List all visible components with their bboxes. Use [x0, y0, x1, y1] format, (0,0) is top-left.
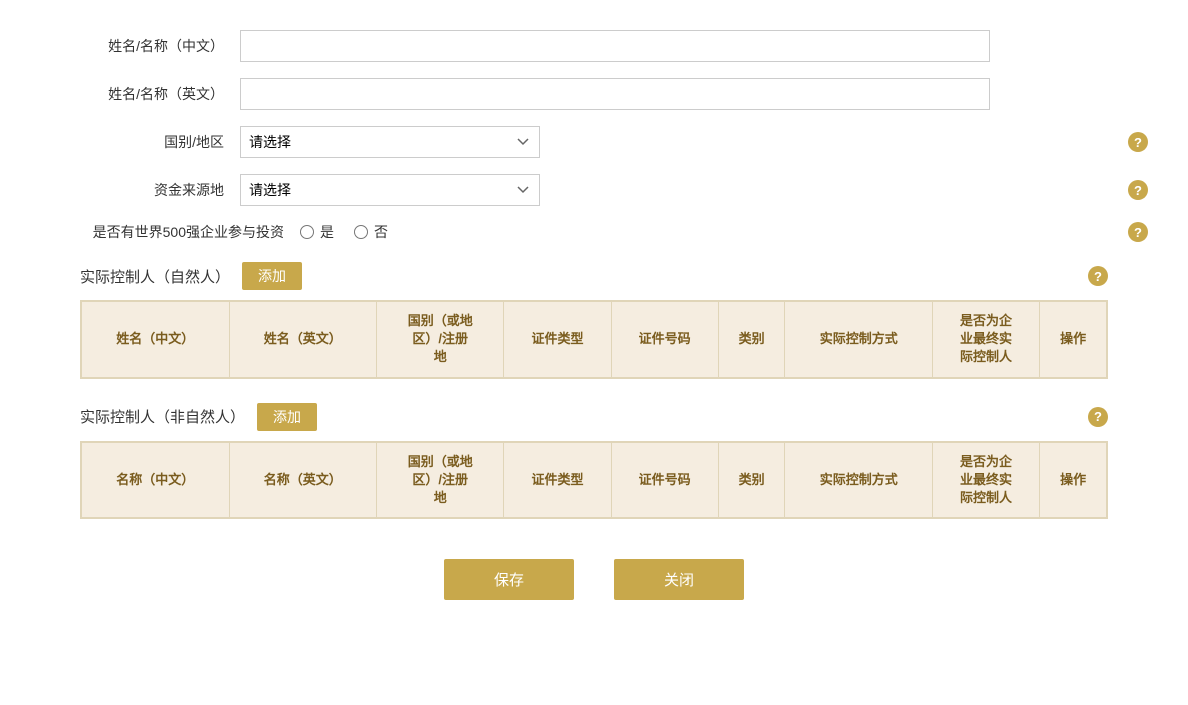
country-help-icon[interactable]: ?: [1128, 132, 1148, 152]
bottom-actions: 保存 关闭: [80, 559, 1108, 600]
fortune500-row: 是否有世界500强企业参与投资 是 否 ?: [80, 222, 1108, 242]
np-col-operation: 操作: [1040, 302, 1107, 378]
fortune500-yes-radio[interactable]: [300, 225, 314, 239]
nnp-col-name-cn: 名称（中文）: [82, 442, 230, 518]
country-wrap: 请选择: [240, 126, 990, 158]
name-cn-label: 姓名/名称（中文）: [80, 36, 240, 56]
np-col-cert-no: 证件号码: [611, 302, 718, 378]
natural-person-help-icon[interactable]: ?: [1088, 266, 1108, 286]
np-col-country: 国别（或地区）/注册地: [377, 302, 504, 378]
nnp-col-category: 类别: [718, 442, 785, 518]
non-natural-person-table-header-row: 名称（中文） 名称（英文） 国别（或地区）/注册地 证件类型 证件号码 类别 实…: [82, 442, 1107, 518]
fund-source-label: 资金来源地: [80, 180, 240, 200]
nnp-col-name-en: 名称（英文）: [229, 442, 377, 518]
fortune500-no-radio[interactable]: [354, 225, 368, 239]
name-en-wrap: [240, 78, 990, 110]
fund-source-help-icon[interactable]: ?: [1128, 180, 1148, 200]
nnp-col-control-method: 实际控制方式: [785, 442, 933, 518]
name-en-row: 姓名/名称（英文）: [80, 78, 1108, 110]
non-natural-person-table: 名称（中文） 名称（英文） 国别（或地区）/注册地 证件类型 证件号码 类别 实…: [81, 442, 1107, 519]
nnp-col-cert-no: 证件号码: [611, 442, 718, 518]
non-natural-person-add-button[interactable]: 添加: [257, 403, 317, 431]
natural-person-table-wrap: 姓名（中文） 姓名（英文） 国别（或地区）/注册地 证件类型 证件号码 类别 实…: [80, 300, 1108, 379]
page-container: 姓名/名称（中文） 姓名/名称（英文） 国别/地区 请选择 ? 资金来源地: [0, 0, 1188, 660]
fortune500-yes-option[interactable]: 是: [300, 222, 334, 242]
np-col-name-en: 姓名（英文）: [229, 302, 377, 378]
natural-person-table: 姓名（中文） 姓名（英文） 国别（或地区）/注册地 证件类型 证件号码 类别 实…: [81, 301, 1107, 378]
natural-person-table-header-row: 姓名（中文） 姓名（英文） 国别（或地区）/注册地 证件类型 证件号码 类别 实…: [82, 302, 1107, 378]
non-natural-person-help-icon[interactable]: ?: [1088, 407, 1108, 427]
fortune500-help-icon[interactable]: ?: [1128, 222, 1148, 242]
country-select[interactable]: 请选择: [240, 126, 540, 158]
fortune500-label: 是否有世界500强企业参与投资: [80, 222, 300, 242]
country-label: 国别/地区: [80, 132, 240, 152]
np-col-name-cn: 姓名（中文）: [82, 302, 230, 378]
fortune500-no-option[interactable]: 否: [354, 222, 388, 242]
non-natural-person-section: 实际控制人（非自然人） 添加 ? 名称（中文） 名称（英文） 国别（或地区）/注…: [80, 403, 1108, 520]
nnp-col-cert-type: 证件类型: [504, 442, 611, 518]
fortune500-no-label: 否: [374, 222, 388, 242]
fund-source-row: 资金来源地 请选择 ?: [80, 174, 1108, 206]
nnp-col-final-controller: 是否为企业最终实际控制人: [932, 442, 1039, 518]
name-en-input[interactable]: [240, 78, 990, 110]
fund-source-select[interactable]: 请选择: [240, 174, 540, 206]
np-col-category: 类别: [718, 302, 785, 378]
name-cn-wrap: [240, 30, 990, 62]
np-col-final-controller: 是否为企业最终实际控制人: [932, 302, 1039, 378]
country-row: 国别/地区 请选择 ?: [80, 126, 1108, 158]
form-section: 姓名/名称（中文） 姓名/名称（英文） 国别/地区 请选择 ? 资金来源地: [80, 30, 1108, 242]
non-natural-person-table-wrap: 名称（中文） 名称（英文） 国别（或地区）/注册地 证件类型 证件号码 类别 实…: [80, 441, 1108, 520]
name-en-label: 姓名/名称（英文）: [80, 84, 240, 104]
natural-person-add-button[interactable]: 添加: [242, 262, 302, 290]
non-natural-person-header: 实际控制人（非自然人） 添加 ?: [80, 403, 1108, 431]
close-button[interactable]: 关闭: [614, 559, 744, 600]
np-col-control-method: 实际控制方式: [785, 302, 933, 378]
name-cn-input[interactable]: [240, 30, 990, 62]
fortune500-yes-label: 是: [320, 222, 334, 242]
natural-person-title: 实际控制人（自然人）: [80, 266, 230, 287]
natural-person-section: 实际控制人（自然人） 添加 ? 姓名（中文） 姓名（英文） 国别（或地区）/注册…: [80, 262, 1108, 379]
fortune500-options: 是 否: [300, 222, 1050, 242]
np-col-cert-type: 证件类型: [504, 302, 611, 378]
name-cn-row: 姓名/名称（中文）: [80, 30, 1108, 62]
natural-person-header: 实际控制人（自然人） 添加 ?: [80, 262, 1108, 290]
nnp-col-operation: 操作: [1040, 442, 1107, 518]
non-natural-person-title: 实际控制人（非自然人）: [80, 406, 245, 427]
fund-source-wrap: 请选择: [240, 174, 990, 206]
nnp-col-country: 国别（或地区）/注册地: [377, 442, 504, 518]
save-button[interactable]: 保存: [444, 559, 574, 600]
